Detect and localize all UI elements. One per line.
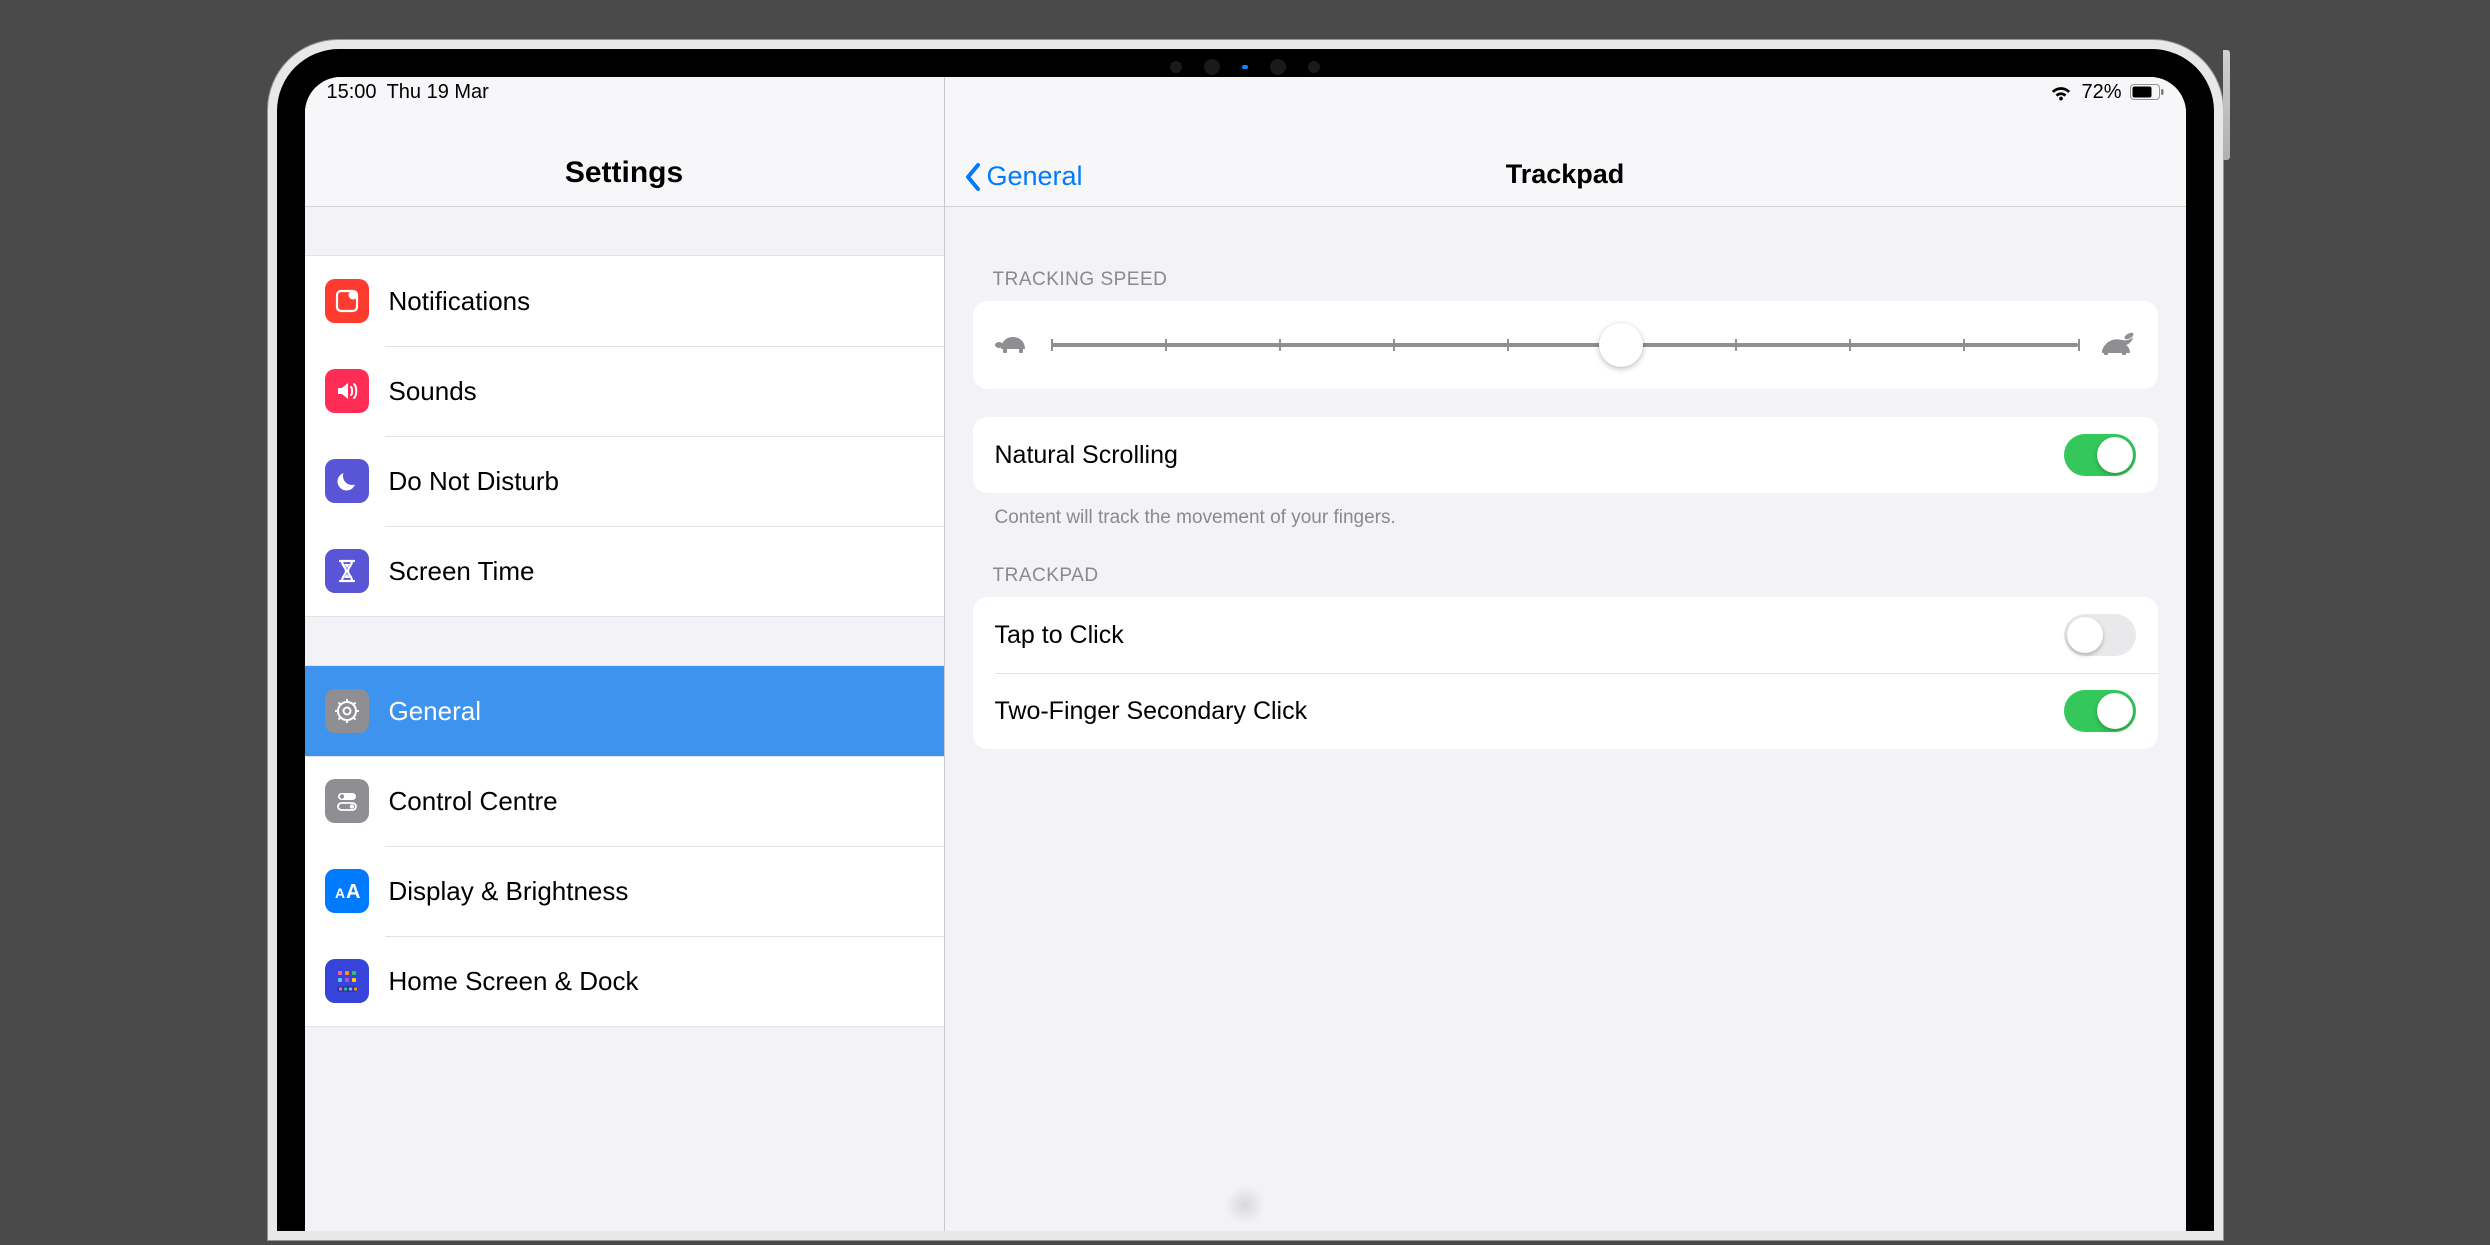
power-button: [2223, 50, 2230, 160]
natural-scrolling-row[interactable]: Natural Scrolling: [973, 417, 2158, 493]
sidebar-title: Settings: [565, 156, 683, 190]
status-time: 15:00: [327, 81, 377, 104]
detail-title: Trackpad: [1506, 159, 1625, 190]
hourglass-icon: [325, 549, 369, 593]
status-bar: 15:00 Thu 19 Mar 72%: [305, 77, 2186, 107]
sidebar-item-label: Home Screen & Dock: [389, 966, 639, 997]
natural-scrolling-switch[interactable]: [2064, 434, 2136, 476]
slider-knob[interactable]: [1599, 323, 1643, 367]
trackpad-card: Tap to Click Two-Finger Secondary Click: [973, 597, 2158, 749]
back-label: General: [987, 161, 1083, 192]
natural-scrolling-label: Natural Scrolling: [995, 441, 1178, 470]
two-finger-label: Two-Finger Secondary Click: [995, 697, 1308, 726]
sidebar-item-display[interactable]: AA Display & Brightness: [305, 846, 944, 936]
sidebar-group-1: Notifications Sounds Do Not Disturb: [305, 255, 944, 617]
sidebar-item-label: Notifications: [389, 286, 531, 317]
sidebar-group-2: General Control Centre AA Display & Brig…: [305, 665, 944, 1027]
screen: 15:00 Thu 19 Mar 72% Settings: [305, 77, 2186, 1231]
sidebar-item-label: Sounds: [389, 376, 477, 407]
two-finger-row[interactable]: Two-Finger Secondary Click: [973, 673, 2158, 749]
tracking-speed-slider[interactable]: [973, 301, 2158, 389]
detail-pane: General Trackpad TRACKING SPEED: [945, 77, 2186, 1231]
status-battery-percent: 72%: [2081, 81, 2121, 104]
chevron-left-icon: [963, 162, 983, 192]
svg-text:A: A: [346, 881, 360, 902]
status-date: Thu 19 Mar: [387, 81, 489, 104]
back-button[interactable]: General: [963, 161, 1083, 192]
camera-cluster: [1170, 59, 1320, 75]
switches-icon: [325, 779, 369, 823]
sidebar-item-label: General: [389, 696, 482, 727]
app-grid-icon: [325, 959, 369, 1003]
sidebar-item-label: Do Not Disturb: [389, 466, 560, 497]
sounds-icon: [325, 369, 369, 413]
device-frame: 15:00 Thu 19 Mar 72% Settings: [268, 40, 2223, 1240]
tap-to-click-row[interactable]: Tap to Click: [973, 597, 2158, 673]
sidebar-item-label: Control Centre: [389, 786, 558, 817]
two-finger-switch[interactable]: [2064, 690, 2136, 732]
sidebar-item-controlcentre[interactable]: Control Centre: [305, 756, 944, 846]
sidebar-item-sounds[interactable]: Sounds: [305, 346, 944, 436]
notifications-icon: [325, 279, 369, 323]
gear-icon: [325, 689, 369, 733]
section-header-trackpad: TRACKPAD: [973, 529, 2158, 597]
natural-scrolling-card: Natural Scrolling: [973, 417, 2158, 493]
tap-to-click-switch[interactable]: [2064, 614, 2136, 656]
tortoise-icon: [993, 329, 1033, 362]
hare-icon: [2096, 329, 2138, 362]
svg-text:A: A: [335, 885, 345, 901]
device-bezel: 15:00 Thu 19 Mar 72% Settings: [277, 49, 2214, 1231]
slider-track[interactable]: [1051, 343, 2078, 347]
natural-scrolling-note: Content will track the movement of your …: [973, 493, 2158, 529]
battery-icon: [2130, 84, 2164, 100]
section-header-tracking: TRACKING SPEED: [973, 227, 2158, 301]
sidebar: Settings Notifications Sounds: [305, 77, 945, 1231]
sidebar-item-homescreen[interactable]: Home Screen & Dock: [305, 936, 944, 1026]
home-indicator: [1225, 1185, 1265, 1225]
sidebar-item-screentime[interactable]: Screen Time: [305, 526, 944, 616]
sidebar-item-label: Screen Time: [389, 556, 535, 587]
tap-to-click-label: Tap to Click: [995, 621, 1124, 650]
wifi-icon: [2049, 83, 2073, 101]
sidebar-item-label: Display & Brightness: [389, 876, 629, 907]
sidebar-item-notifications[interactable]: Notifications: [305, 256, 944, 346]
sidebar-item-dnd[interactable]: Do Not Disturb: [305, 436, 944, 526]
sidebar-item-general[interactable]: General: [305, 666, 944, 756]
moon-icon: [325, 459, 369, 503]
text-size-icon: AA: [325, 869, 369, 913]
